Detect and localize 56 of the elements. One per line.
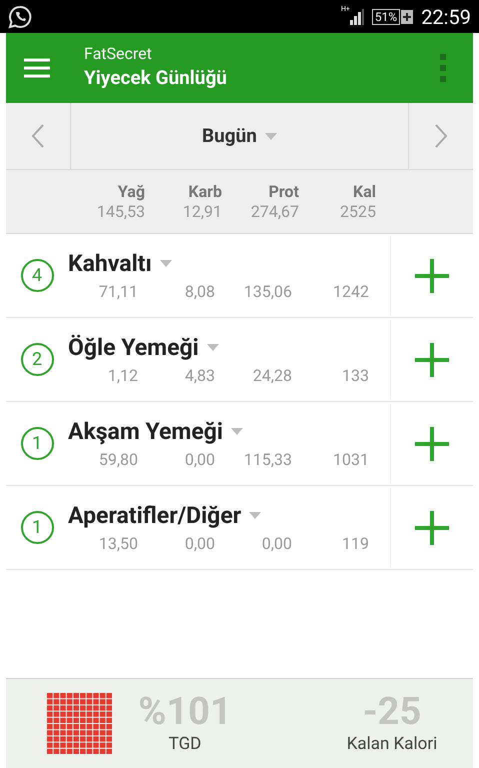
caret-icon <box>231 428 244 435</box>
rdi-label: TGD <box>168 732 202 756</box>
caret-icon <box>249 512 262 519</box>
date-selector[interactable]: Bugün <box>71 103 408 169</box>
plus-icon <box>415 342 449 376</box>
meal-value: 119 <box>341 532 369 554</box>
charging-icon <box>401 10 414 24</box>
page-title: Yiyecek Günlüğü <box>84 65 228 91</box>
meal-value: 24,28 <box>252 364 292 386</box>
meal-value: 1,12 <box>106 364 138 386</box>
total-label: Yağ <box>118 182 145 202</box>
caret-icon <box>206 344 219 351</box>
remaining-calories-label: Kalan Kalori <box>346 732 438 756</box>
plus-icon <box>415 426 449 460</box>
meal-value: 0,00 <box>260 532 292 554</box>
item-count-badge: 1 <box>20 427 54 460</box>
battery-level: 51% <box>372 8 400 24</box>
meal-value: 0,00 <box>184 448 215 470</box>
total-value: 145,53 <box>96 202 145 222</box>
total-value: 12,91 <box>182 202 222 222</box>
more-icon <box>439 54 447 82</box>
plus-icon <box>415 510 449 544</box>
caret-icon <box>160 260 172 267</box>
rdi-grid-icon <box>47 692 113 754</box>
item-count-badge: 1 <box>20 511 54 544</box>
chevron-left-icon <box>32 124 44 148</box>
meal-value: 115,33 <box>242 448 292 470</box>
plus-icon <box>415 258 449 292</box>
meal-value: 135,06 <box>242 280 292 302</box>
meal-value: 1242 <box>332 280 369 302</box>
meal-value: 71,11 <box>98 280 138 302</box>
menu-icon <box>24 58 50 78</box>
meal-value: 59,80 <box>98 448 138 470</box>
total-label: Kal <box>353 182 376 202</box>
meal-title[interactable]: Kahvaltı <box>68 248 172 280</box>
signal-icon <box>350 8 364 24</box>
total-value: 2525 <box>340 202 376 222</box>
total-label: Karb <box>188 182 222 202</box>
meal-title[interactable]: Akşam Yemeği <box>68 416 244 448</box>
chevron-right-icon <box>435 124 447 148</box>
chat-bubble-icon <box>8 4 32 28</box>
item-count-badge: 4 <box>20 259 54 292</box>
app-name: FatSecret <box>84 44 153 64</box>
meal-value: 4,83 <box>184 364 215 386</box>
total-label: Prot <box>268 182 299 202</box>
meal-value: 0,00 <box>184 532 215 554</box>
meal-value: 133 <box>341 364 369 386</box>
caret-icon <box>264 132 277 140</box>
total-value: 274,67 <box>250 202 299 222</box>
meal-title[interactable]: Öğle Yemeği <box>68 332 219 364</box>
meal-value: 13,50 <box>98 532 138 554</box>
meal-value: 8,08 <box>184 280 215 302</box>
meal-title[interactable]: Aperatifler/Diğer <box>68 500 262 532</box>
item-count-badge: 2 <box>20 343 54 376</box>
meal-value: 1031 <box>332 448 369 470</box>
clock: 22:59 <box>421 4 471 30</box>
